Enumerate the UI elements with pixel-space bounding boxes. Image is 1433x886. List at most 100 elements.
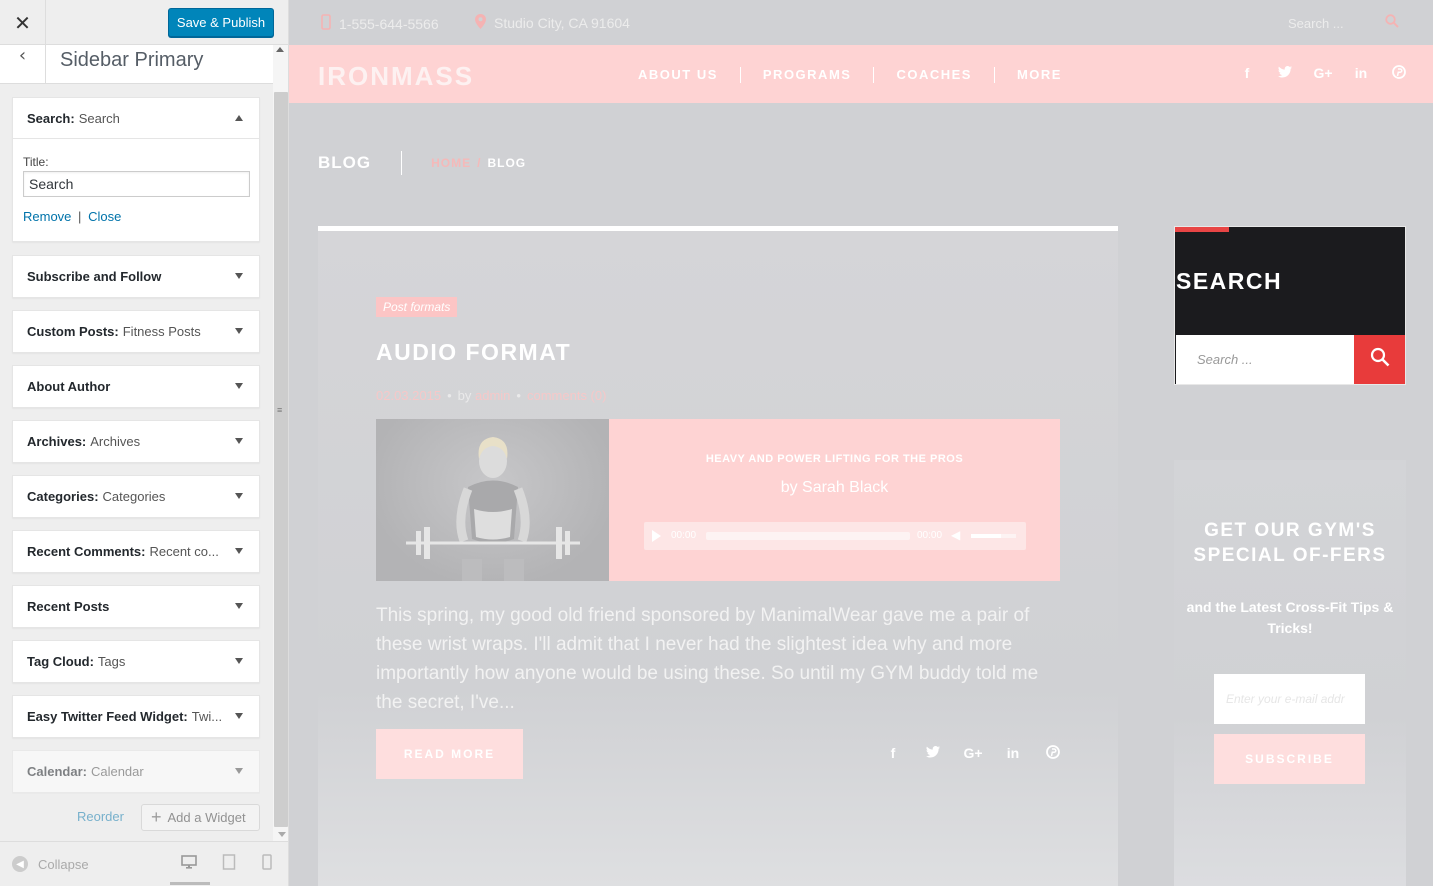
post-media: HEAVY AND POWER LIFTING FOR THE PROS by …: [376, 419, 1060, 581]
widget-title: Recent co...: [149, 544, 219, 559]
topbar-location: Studio City, CA 91604: [475, 14, 630, 32]
chevron-down-icon[interactable]: [235, 603, 243, 609]
nav-item-more[interactable]: MORE: [993, 67, 1084, 83]
site-logo[interactable]: IRONMASS: [318, 61, 474, 92]
customizer-header: ✕ Save & Publish: [0, 0, 288, 45]
tablet-preview-icon[interactable]: [222, 854, 236, 875]
widget-tag-cloud[interactable]: Tag Cloud: Tags: [12, 640, 260, 683]
widget-custom-posts[interactable]: Custom Posts: Fitness Posts: [12, 310, 260, 353]
widget-name: Custom Posts:: [27, 324, 119, 339]
pinterest-icon[interactable]: [1033, 745, 1073, 762]
play-icon[interactable]: [652, 530, 661, 542]
scroll-thumb[interactable]: [274, 92, 288, 827]
close-link[interactable]: Close: [88, 209, 121, 224]
facebook-icon[interactable]: f: [873, 745, 913, 762]
panel-scrollbar[interactable]: ≡: [273, 45, 288, 841]
chevron-down-icon[interactable]: [235, 768, 243, 774]
post-author[interactable]: admin: [475, 388, 510, 403]
desktop-preview-icon[interactable]: [181, 854, 197, 875]
post-title[interactable]: AUDIO FORMAT: [376, 339, 571, 366]
audio-artist: by Sarah Black: [780, 479, 889, 496]
post-category-badge[interactable]: Post formats: [376, 297, 458, 317]
nav-item-coaches[interactable]: COACHES: [873, 67, 994, 83]
widget-about-author[interactable]: About Author: [12, 365, 260, 408]
mobile-preview-icon[interactable]: [262, 854, 272, 875]
google-plus-icon[interactable]: G+: [953, 745, 993, 762]
chevron-down-icon[interactable]: [235, 493, 243, 499]
header-social-links: f G+ in: [1228, 65, 1418, 82]
remove-link[interactable]: Remove: [23, 209, 71, 224]
audio-progress-bar[interactable]: [706, 532, 910, 540]
breadcrumb-home[interactable]: HOME: [431, 156, 471, 170]
site-navbar: IRONMASS ABOUT US PROGRAMS COACHES MORE …: [289, 45, 1433, 103]
facebook-icon[interactable]: f: [1228, 65, 1266, 82]
volume-slider[interactable]: [971, 534, 1016, 538]
search-widget-title: SEARCH: [1176, 268, 1283, 294]
chevron-down-icon[interactable]: [235, 328, 243, 334]
search-icon[interactable]: [1385, 14, 1399, 33]
audio-player: 00:00 00:00 ◀: [644, 522, 1026, 550]
nav-item-programs[interactable]: PROGRAMS: [739, 67, 874, 83]
add-widget-button[interactable]: + Add a Widget: [141, 804, 260, 831]
chevron-down-icon[interactable]: [235, 658, 243, 664]
widget-actions: Remove | Close: [23, 209, 249, 224]
chevron-up-icon[interactable]: [235, 115, 243, 121]
title-input[interactable]: Search: [23, 171, 250, 197]
widget-title: Archives: [90, 434, 141, 449]
widget-calendar[interactable]: Calendar: Calendar: [12, 750, 260, 793]
chevron-down-icon[interactable]: [235, 273, 243, 279]
widget-name: Search:: [27, 110, 75, 126]
widget-name: Calendar:: [27, 764, 87, 779]
widget-categories[interactable]: Categories: Categories: [12, 475, 260, 518]
chevron-down-icon[interactable]: [235, 713, 243, 719]
widget-title: Search: [78, 110, 120, 126]
linkedin-icon[interactable]: in: [993, 745, 1033, 762]
close-customizer-button[interactable]: ✕: [0, 0, 46, 45]
scroll-down-arrow-icon[interactable]: [278, 832, 286, 837]
action-separator: |: [78, 209, 82, 224]
scroll-up-arrow-icon[interactable]: [276, 47, 284, 52]
widget-recent-comments[interactable]: Recent Comments: Recent co...: [12, 530, 260, 573]
search-input[interactable]: Search ...: [1176, 335, 1354, 384]
phone-icon: [321, 14, 331, 33]
widget-title: Calendar: [90, 764, 144, 779]
widget-name: Archives:: [27, 434, 87, 449]
twitter-icon[interactable]: [913, 745, 953, 762]
widget-search-form: Title: Search Remove | Close: [13, 139, 259, 224]
widget-subscribe-follow[interactable]: Subscribe and Follow: [12, 255, 260, 298]
search-submit-button[interactable]: [1354, 335, 1405, 384]
scroll-grip-icon: ≡: [277, 405, 283, 415]
back-button[interactable]: ‹: [0, 45, 46, 84]
email-field[interactable]: Enter your e-mail addr: [1214, 674, 1365, 724]
page-header: BLOG HOME / BLOG: [318, 150, 526, 176]
pinterest-icon[interactable]: [1380, 65, 1418, 82]
section-header: ‹ Sidebar Primary: [0, 45, 273, 84]
location-text: Studio City, CA 91604: [494, 15, 630, 31]
site-preview: 1-555-644-5566 Studio City, CA 91604 Sea…: [289, 0, 1433, 886]
read-more-button[interactable]: READ MORE: [376, 729, 523, 779]
save-publish-button[interactable]: Save & Publish: [168, 8, 274, 37]
widget-search-header[interactable]: Search: Search: [13, 98, 259, 139]
sidebar-search-widget: SEARCH Search ...: [1174, 226, 1406, 385]
linkedin-icon[interactable]: in: [1342, 65, 1380, 82]
subscribe-button[interactable]: SUBSCRIBE: [1214, 734, 1365, 784]
volume-icon[interactable]: ◀: [951, 528, 960, 542]
post-date[interactable]: 02.03.2015: [376, 388, 441, 403]
post-comments[interactable]: comments (0): [527, 388, 606, 403]
widget-name: Categories:: [27, 489, 99, 504]
widget-accent-bar: [1175, 227, 1229, 232]
twitter-icon[interactable]: [1266, 65, 1304, 82]
customizer-panel: ✕ Save & Publish ‹ Sidebar Primary Searc…: [0, 0, 289, 886]
topbar-search-input[interactable]: Search ...: [1288, 16, 1344, 31]
widget-easy-twitter-feed[interactable]: Easy Twitter Feed Widget: Twi...: [12, 695, 260, 738]
nav-item-about-us[interactable]: ABOUT US: [616, 67, 740, 83]
chevron-down-icon[interactable]: [235, 548, 243, 554]
search-icon: [1370, 347, 1390, 372]
chevron-down-icon[interactable]: [235, 383, 243, 389]
collapse-button[interactable]: ◀ Collapse: [12, 856, 89, 872]
reorder-link[interactable]: Reorder: [77, 809, 124, 824]
chevron-down-icon[interactable]: [235, 438, 243, 444]
widget-recent-posts[interactable]: Recent Posts: [12, 585, 260, 628]
google-plus-icon[interactable]: G+: [1304, 65, 1342, 82]
widget-archives[interactable]: Archives: Archives: [12, 420, 260, 463]
